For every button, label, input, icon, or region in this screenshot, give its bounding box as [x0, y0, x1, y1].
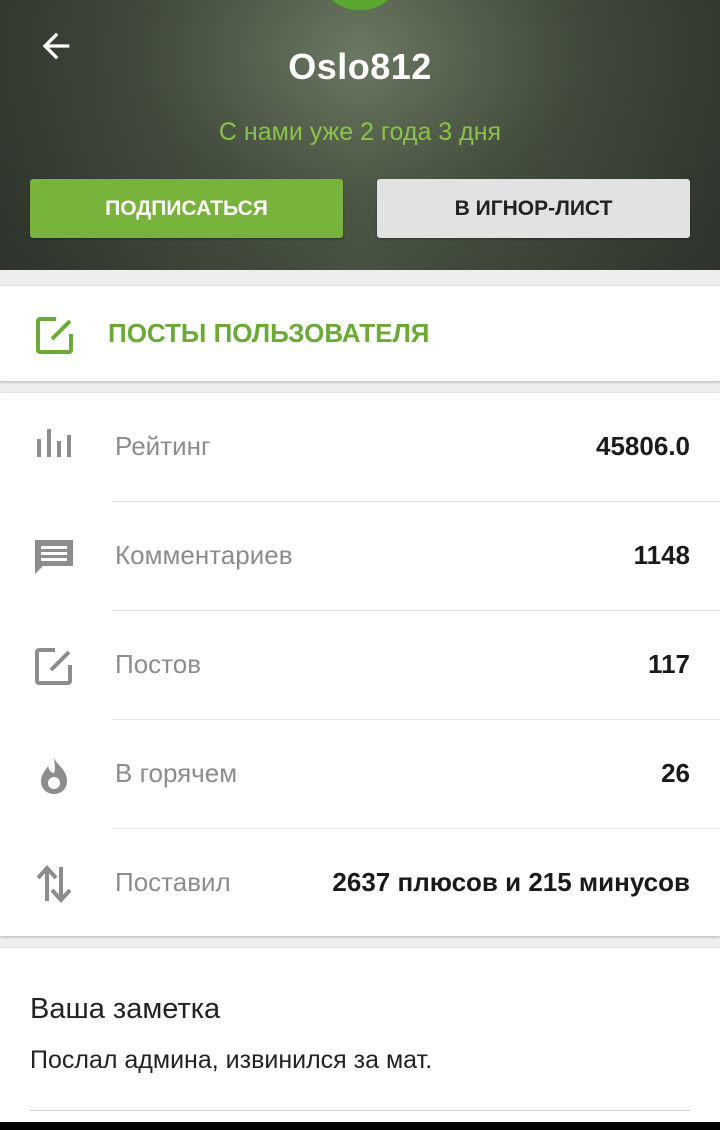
stat-row-comments: Комментариев 1148 [0, 502, 720, 611]
subscribe-label: ПОДПИСАТЬСЯ [105, 196, 268, 220]
comment-icon [35, 540, 73, 574]
stat-value: 26 [661, 758, 690, 788]
avatar[interactable] [318, 0, 402, 10]
swap-vertical-icon [36, 865, 72, 903]
username: Oslo812 [288, 46, 432, 87]
navigation-bar [0, 1122, 720, 1130]
stat-label: Рейтинг [115, 431, 211, 461]
stat-row-rating: Рейтинг 45806.0 [0, 393, 720, 502]
ignore-list-button[interactable]: В ИГНОР-ЛИСТ [377, 179, 690, 238]
flame-icon [41, 756, 67, 794]
stat-value: 2637 плюсов и 215 минусов [332, 867, 690, 897]
stat-label: Комментариев [115, 540, 293, 570]
edit-icon [35, 648, 72, 685]
ignore-list-label: В ИГНОР-ЛИСТ [454, 196, 613, 220]
note-underline [30, 1110, 690, 1111]
note-text[interactable]: Послал админа, извинился за мат. [30, 1046, 432, 1075]
stat-label: Поставил [115, 867, 231, 897]
member-since: С нами уже 2 года 3 дня [218, 118, 502, 146]
stat-row-posts: Постов 117 [0, 611, 720, 720]
stat-row-votes: Поставил 2637 плюсов и 215 минусов [0, 829, 720, 938]
bar-chart-icon [37, 429, 71, 457]
stat-value: 45806.0 [596, 431, 690, 461]
stat-row-hot: В горячем 26 [0, 720, 720, 829]
subscribe-button[interactable]: ПОДПИСАТЬСЯ [30, 179, 343, 238]
user-posts-label: ПОСТЫ ПОЛЬЗОВАТЕЛЯ [108, 318, 430, 348]
edit-icon [36, 317, 73, 354]
stats-card: Рейтинг 45806.0 Комментариев 1148 Постов… [0, 393, 720, 936]
stat-label: Постов [115, 649, 202, 679]
stat-value: 117 [648, 649, 690, 679]
user-posts-link[interactable]: ПОСТЫ ПОЛЬЗОВАТЕЛЯ [0, 286, 720, 381]
note-card: Ваша заметка Послал админа, извинился за… [0, 948, 720, 1130]
stat-label: В горячем [115, 758, 238, 788]
profile-header: Oslo812 С нами уже 2 года 3 дня ПОДПИСАТ… [0, 0, 720, 270]
note-title: Ваша заметка [30, 993, 221, 1025]
stat-value: 1148 [633, 540, 690, 570]
